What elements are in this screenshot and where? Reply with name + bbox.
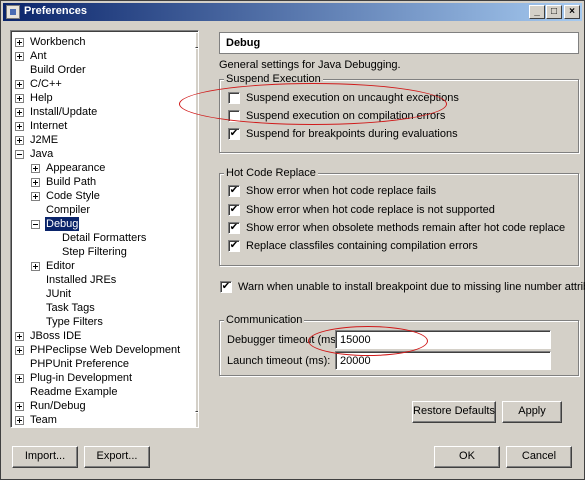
- tree-item-label: Ant: [30, 50, 47, 62]
- tree-item-label: Help: [30, 92, 53, 104]
- window-app-icon: [6, 5, 20, 19]
- tree-item-label: JUnit: [46, 288, 72, 300]
- tree-item-label: Editor: [46, 260, 75, 272]
- hot-code-replace-group: Hot Code Replace ✔ Show error when hot c…: [219, 167, 579, 266]
- page-title: Debug: [219, 32, 579, 54]
- ok-button[interactable]: OK: [434, 446, 500, 468]
- import-button[interactable]: Import...: [12, 446, 78, 468]
- option-label: Warn when unable to install breakpoint d…: [238, 281, 585, 293]
- expand-icon[interactable]: [15, 38, 24, 47]
- tree-item-label: Debug: [45, 217, 80, 231]
- scroll-thumb[interactable]: [195, 48, 198, 412]
- tree-item-label: Build Order: [30, 64, 86, 76]
- tree-item-label: Install/Update: [30, 106, 98, 118]
- restore-defaults-button[interactable]: Restore Defaults: [412, 401, 496, 423]
- title-bar[interactable]: Preferences _ □ ×: [3, 3, 582, 21]
- option-label: Suspend for breakpoints during evaluatio…: [246, 128, 458, 140]
- debugger-timeout-label: Debugger timeout (ms):: [227, 334, 343, 346]
- checkbox[interactable]: ✔: [228, 240, 240, 252]
- expand-icon[interactable]: [15, 122, 24, 131]
- group-title: Communication: [224, 314, 305, 326]
- checkbox[interactable]: ✔: [228, 185, 240, 197]
- suspend-execution-group: Suspend Execution Suspend execution on u…: [219, 73, 579, 153]
- expand-icon[interactable]: [15, 94, 24, 103]
- tree-item-label: Run/Debug: [30, 400, 86, 412]
- expand-icon[interactable]: [15, 374, 24, 383]
- collapse-icon[interactable]: [15, 150, 24, 159]
- checkbox[interactable]: [228, 110, 240, 122]
- tree-item-label: Java: [30, 148, 54, 160]
- tree-item-label: Detail Formatters: [62, 232, 147, 244]
- tree-item-label: Plug-in Development: [30, 372, 133, 384]
- page-description: General settings for Java Debugging.: [219, 59, 401, 71]
- tree-item-label: J2ME: [30, 134, 59, 146]
- tree-item-label: Installed JREs: [46, 274, 117, 286]
- option-label: Replace classfiles containing compilatio…: [246, 240, 478, 252]
- window-title: Preferences: [24, 5, 87, 17]
- expand-icon[interactable]: [31, 178, 40, 187]
- checkbox[interactable]: ✔: [228, 128, 240, 140]
- launch-timeout-label: Launch timeout (ms):: [227, 355, 331, 367]
- option-label: Show error when hot code replace fails: [246, 185, 437, 197]
- expand-icon[interactable]: [15, 108, 24, 117]
- checkbox[interactable]: [228, 92, 240, 104]
- maximize-button[interactable]: □: [546, 5, 562, 19]
- option-label: Suspend execution on uncaught exceptions: [246, 92, 459, 104]
- tree-item-label: C/C++: [30, 78, 62, 90]
- tree-item-label: Workbench: [30, 36, 86, 48]
- option-label: Show error when hot code replace is not …: [246, 204, 495, 216]
- launch-timeout-input[interactable]: 20000: [335, 351, 551, 370]
- tree-scrollbar[interactable]: ▲ ▼: [195, 32, 198, 427]
- option-label: Show error when obsolete methods remain …: [246, 222, 566, 234]
- expand-icon[interactable]: [15, 52, 24, 61]
- tree-item-label: PHPeclipse Web Development: [30, 344, 181, 356]
- tree-item-label: Internet: [30, 120, 68, 132]
- expand-icon[interactable]: [31, 262, 40, 271]
- expand-icon[interactable]: [15, 80, 24, 89]
- group-title: Hot Code Replace: [224, 167, 318, 179]
- tree-item-label: Task Tags: [46, 302, 95, 314]
- checkbox[interactable]: ✔: [220, 281, 232, 293]
- expand-icon[interactable]: [15, 416, 24, 425]
- close-button[interactable]: ×: [564, 5, 580, 19]
- apply-button[interactable]: Apply: [502, 401, 562, 423]
- tree-item-label: Team: [30, 414, 57, 426]
- tree-item-label: Type Filters: [46, 316, 103, 328]
- scroll-up-arrow-icon[interactable]: ▲: [195, 32, 198, 48]
- collapse-icon[interactable]: [31, 220, 40, 229]
- tree-item-label: Compiler: [46, 204, 91, 216]
- group-title: Suspend Execution: [224, 73, 323, 85]
- export-button[interactable]: Export...: [84, 446, 150, 468]
- debugger-timeout-input[interactable]: 15000: [335, 330, 551, 349]
- expand-icon[interactable]: [15, 402, 24, 411]
- preferences-window: Preferences _ □ × Workbench Ant Build Orde…: [0, 0, 585, 480]
- expand-icon[interactable]: [15, 136, 24, 145]
- checkbox[interactable]: ✔: [228, 204, 240, 216]
- cancel-button[interactable]: Cancel: [506, 446, 572, 468]
- tree-item-label: PHPUnit Preference: [30, 358, 130, 370]
- tree-item-label: Step Filtering: [62, 246, 127, 258]
- communication-group: Communication Debugger timeout (ms): 150…: [219, 314, 579, 376]
- expand-icon[interactable]: [15, 332, 24, 341]
- tree-item-label: Appearance: [46, 162, 106, 174]
- checkbox[interactable]: ✔: [228, 222, 240, 234]
- minimize-button[interactable]: _: [529, 5, 545, 19]
- tree-item-label: Code Style: [46, 190, 100, 202]
- expand-icon[interactable]: [31, 192, 40, 201]
- tree-item-label: JBoss IDE: [30, 330, 82, 342]
- tree-item-label: Readme Example: [30, 386, 118, 398]
- tree-item-label: Build Path: [46, 176, 97, 188]
- expand-icon[interactable]: [15, 346, 24, 355]
- scroll-down-arrow-icon[interactable]: ▼: [195, 412, 198, 427]
- option-label: Suspend execution on compilation errors: [246, 110, 446, 122]
- expand-icon[interactable]: [31, 164, 40, 173]
- preferences-tree[interactable]: Workbench Ant Build Order C/C++ Help Install/…: [10, 30, 199, 428]
